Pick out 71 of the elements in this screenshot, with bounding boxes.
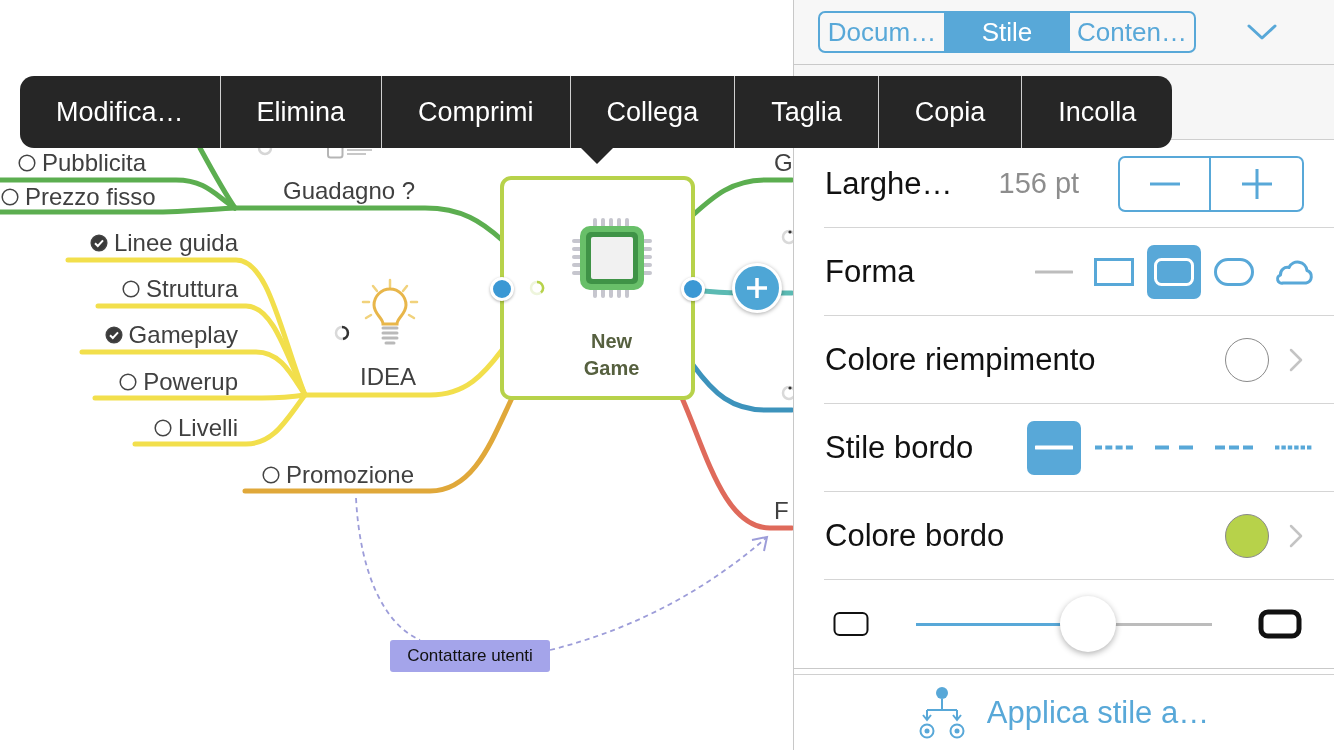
topic-label: Struttura bbox=[145, 275, 238, 303]
line-icon bbox=[1035, 269, 1073, 274]
row-label: Stile bordo bbox=[824, 429, 974, 466]
decrease-button[interactable] bbox=[1118, 155, 1211, 212]
thin-border-icon bbox=[833, 611, 869, 637]
topic-label: Guadagno ? bbox=[283, 177, 416, 205]
notes-icon bbox=[326, 148, 373, 159]
topic-label: F bbox=[774, 497, 789, 525]
checkbox-icon[interactable] bbox=[262, 466, 280, 484]
minus-icon bbox=[1149, 181, 1180, 186]
progress-ring-icon bbox=[780, 229, 793, 245]
border-style-option[interactable] bbox=[1027, 420, 1081, 475]
topic-label: G bbox=[774, 149, 793, 177]
pill-icon bbox=[1214, 257, 1254, 286]
checkbox-icon[interactable] bbox=[89, 234, 108, 252]
value-label: 156 pt bbox=[998, 167, 1080, 200]
rectangle-icon bbox=[1094, 257, 1134, 286]
progress-ring-icon bbox=[257, 148, 273, 156]
row-label: Colore bordo bbox=[824, 517, 1005, 554]
row-label: Forma bbox=[824, 253, 915, 290]
add-topic-button[interactable] bbox=[732, 263, 782, 313]
menu-item[interactable]: Modifica… bbox=[20, 76, 220, 148]
menu-item[interactable]: Copia bbox=[877, 76, 1022, 148]
checkbox-icon[interactable] bbox=[121, 280, 140, 298]
topic-label: Prezzo fisso bbox=[25, 183, 156, 211]
solid-line-icon bbox=[1035, 445, 1073, 450]
topic-label: Livelli bbox=[177, 414, 238, 442]
checkbox-icon[interactable] bbox=[153, 419, 172, 437]
plus-icon bbox=[745, 276, 769, 300]
checkbox-icon[interactable] bbox=[18, 154, 36, 172]
increase-button[interactable] bbox=[1211, 155, 1304, 212]
menu-item[interactable]: Taglia bbox=[734, 76, 878, 148]
progress-ring-icon bbox=[529, 280, 545, 296]
row-label: Colore riempimento bbox=[824, 341, 1096, 378]
menu-item[interactable]: Elimina bbox=[219, 76, 382, 148]
menu-item[interactable]: Collega bbox=[569, 76, 735, 148]
topic-label: Powerup bbox=[143, 368, 238, 396]
rounded-rectangle-icon bbox=[1154, 257, 1194, 286]
topic-label: Promozione bbox=[286, 461, 415, 489]
connection-handle[interactable] bbox=[490, 277, 514, 301]
connection-handle[interactable] bbox=[681, 277, 705, 301]
topic-label: New Game bbox=[582, 329, 641, 381]
chip-icon bbox=[570, 217, 653, 299]
progress-ring-icon bbox=[334, 325, 350, 341]
menu-item[interactable]: Comprimi bbox=[381, 76, 570, 148]
central-topic[interactable]: New Game bbox=[500, 176, 695, 400]
topic-label: Pubblicita bbox=[42, 149, 147, 177]
shape-option[interactable] bbox=[1147, 244, 1201, 299]
topic-label: Gameplay bbox=[128, 321, 238, 349]
row-label: Larghe… bbox=[824, 165, 953, 202]
topic-label: Linee guida bbox=[113, 229, 238, 257]
checkbox-icon[interactable] bbox=[1, 188, 19, 206]
thick-border-icon bbox=[1258, 609, 1302, 639]
topic-label: IDEA bbox=[360, 363, 416, 391]
checkbox-icon[interactable] bbox=[119, 373, 138, 391]
checkbox-icon[interactable] bbox=[104, 326, 123, 344]
color-swatch[interactable] bbox=[1225, 513, 1269, 558]
chevron-right-icon[interactable] bbox=[1289, 523, 1303, 548]
dotted-line-icon bbox=[1275, 445, 1313, 450]
menu-item[interactable]: Incolla bbox=[1021, 76, 1173, 148]
dashed-line-icon bbox=[1095, 445, 1133, 450]
color-swatch[interactable] bbox=[1225, 337, 1269, 382]
hierarchy-icon bbox=[918, 685, 965, 740]
dashed-line-icon bbox=[1215, 445, 1253, 450]
chevron-down-icon[interactable] bbox=[1247, 23, 1277, 41]
slider-thumb[interactable] bbox=[1059, 596, 1116, 652]
relationship-label: Contattare utenti bbox=[390, 640, 550, 672]
dashed-line-icon bbox=[1155, 445, 1193, 450]
progress-ring-icon bbox=[780, 385, 793, 401]
chevron-right-icon[interactable] bbox=[1289, 347, 1303, 372]
plus-icon bbox=[1241, 168, 1272, 199]
